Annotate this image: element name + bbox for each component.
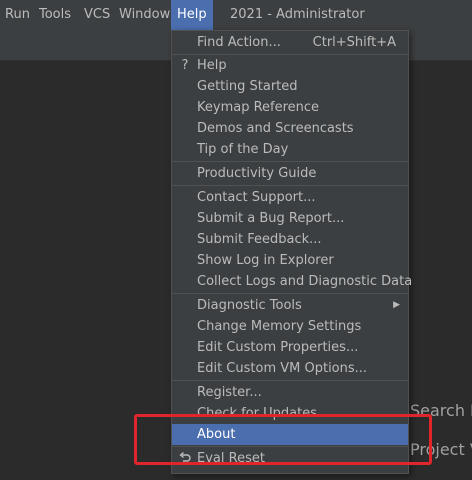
menu-item-getting-started[interactable]: Getting Started: [172, 76, 408, 97]
menu-item-change-memory[interactable]: Change Memory Settings: [172, 316, 408, 337]
menu-item-diagnostic-tools[interactable]: Diagnostic Tools ▶: [172, 295, 408, 316]
menu-help[interactable]: Help: [171, 0, 213, 30]
menu-vcs[interactable]: VCS: [82, 0, 112, 30]
menu-item-label: Tip of the Day: [197, 142, 289, 157]
menu-item-label: Collect Logs and Diagnostic Data: [197, 274, 413, 289]
menu-item-find-action[interactable]: Find Action... Ctrl+Shift+A: [172, 32, 408, 53]
menu-item-label: Help: [197, 58, 227, 73]
menu-item-label: Register...: [197, 385, 262, 400]
menu-separator: [172, 380, 408, 381]
question-mark-icon: ?: [181, 58, 189, 73]
menu-item-collect-logs[interactable]: Collect Logs and Diagnostic Data: [172, 271, 412, 292]
menu-item-tip-of-the-day[interactable]: Tip of the Day: [172, 139, 408, 160]
window-title: 2021 - Administrator: [230, 7, 365, 22]
menu-separator: [172, 185, 408, 186]
menu-item-label: Productivity Guide: [197, 166, 317, 181]
shortcut-label: Ctrl+Shift+A: [312, 35, 396, 50]
menu-item-contact-support[interactable]: Contact Support...: [172, 187, 408, 208]
menu-item-label: Find Action...: [197, 35, 281, 50]
menu-separator: [172, 293, 408, 294]
menu-item-submit-feedback[interactable]: Submit Feedback...: [172, 229, 408, 250]
menu-item-keymap-reference[interactable]: Keymap Reference: [172, 97, 408, 118]
submenu-arrow-icon: ▶: [393, 300, 400, 310]
menu-item-demos[interactable]: Demos and Screencasts: [172, 118, 408, 139]
menu-item-label: Diagnostic Tools: [197, 298, 302, 313]
menu-item-label: Submit a Bug Report...: [197, 211, 345, 226]
menu-item-label: Keymap Reference: [197, 100, 320, 115]
help-menu-dropdown: Find Action... Ctrl+Shift+A ? Help Getti…: [171, 30, 412, 474]
menu-item-edit-custom-vm-options[interactable]: Edit Custom VM Options...: [172, 358, 408, 379]
menu-window[interactable]: Window: [117, 0, 172, 30]
menu-bar: Run Tools VCS Window Help 2021 - Adminis…: [0, 0, 472, 30]
menu-item-label: Edit Custom Properties...: [197, 340, 359, 355]
menu-item-register[interactable]: Register...: [172, 382, 408, 403]
menu-item-label: Change Memory Settings: [197, 319, 362, 334]
menu-item-label: Demos and Screencasts: [197, 121, 354, 136]
menu-item-label: Contact Support...: [197, 190, 316, 205]
highlight-annotation-box: [134, 414, 432, 465]
menu-item-show-log[interactable]: Show Log in Explorer: [172, 250, 408, 271]
menu-item-label: Edit Custom VM Options...: [197, 361, 368, 376]
menu-item-label: Show Log in Explorer: [197, 253, 334, 268]
menu-run[interactable]: Run: [3, 0, 32, 30]
menu-item-label: Getting Started: [197, 79, 298, 94]
menu-separator: [172, 161, 408, 162]
menu-tools[interactable]: Tools: [37, 0, 73, 30]
menu-item-help[interactable]: ? Help: [172, 55, 408, 76]
menu-item-label: Submit Feedback...: [197, 232, 322, 247]
menu-item-edit-custom-properties[interactable]: Edit Custom Properties...: [172, 337, 408, 358]
menu-item-submit-bug-report[interactable]: Submit a Bug Report...: [172, 208, 408, 229]
menu-item-productivity-guide[interactable]: Productivity Guide: [172, 163, 408, 184]
